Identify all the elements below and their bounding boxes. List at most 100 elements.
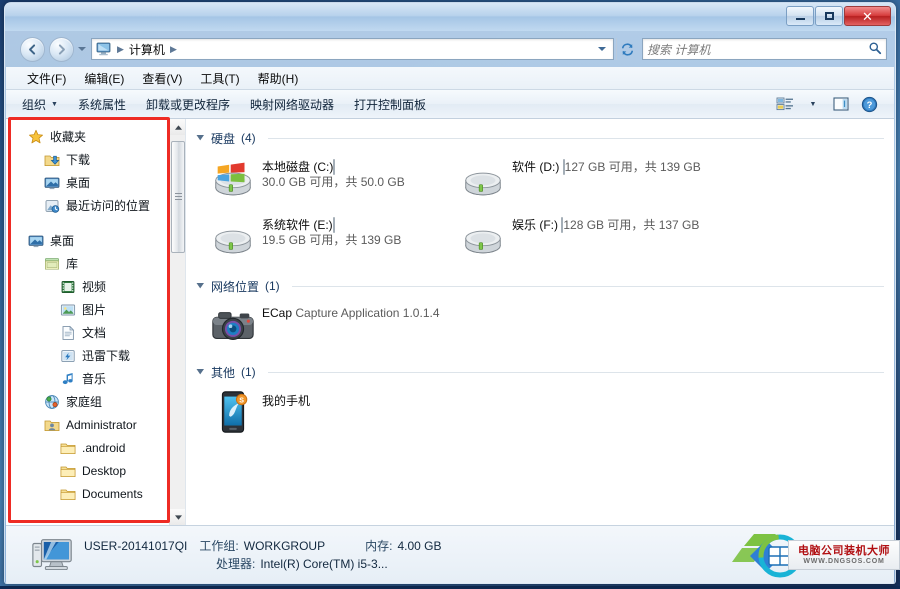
drive-tile-f[interactable]: 娱乐 (F:) 128 GB 可用，共 137 GB: [460, 211, 710, 269]
sidebar-item-documents-folder[interactable]: Documents: [6, 482, 185, 505]
map-network-drive-button[interactable]: 映射网络驱动器: [240, 92, 344, 117]
svg-text:?: ?: [866, 100, 872, 111]
memory-label: 内存:: [365, 537, 392, 555]
sidebar-item-recent-places[interactable]: 最近访问的位置: [6, 194, 185, 217]
sidebar-item-libraries[interactable]: 库: [6, 252, 185, 275]
command-toolbar: 组织 ▼ 系统属性 卸载或更改程序 映射网络驱动器 打开控制面板: [6, 90, 894, 119]
sidebar-item-desktop-fav[interactable]: 桌面: [6, 171, 185, 194]
music-icon: [60, 371, 76, 387]
scrollbar-thumb[interactable]: [171, 141, 185, 253]
search-input[interactable]: 搜索 计算机: [647, 41, 868, 58]
search-icon[interactable]: [868, 41, 882, 58]
sidebar-label: 音乐: [82, 370, 106, 387]
sidebar-item-homegroup[interactable]: 家庭组: [6, 390, 185, 413]
sidebar-label: Administrator: [66, 418, 137, 432]
sidebar-item-videos[interactable]: 视频: [6, 275, 185, 298]
window-controls: ✕: [786, 6, 891, 26]
group-count: (4): [241, 131, 256, 145]
collapse-triangle-icon[interactable]: [196, 367, 205, 378]
menu-view[interactable]: 查看(V): [133, 67, 191, 90]
group-count: (1): [241, 365, 256, 379]
maximize-button[interactable]: [815, 6, 843, 26]
content-pane[interactable]: 硬盘 (4): [186, 119, 894, 525]
watermark-label: 电脑公司装机大师 WWW.DNGSOS.COM: [788, 540, 900, 570]
recent-places-icon: [44, 198, 60, 214]
sidebar-item-downloads[interactable]: 下载: [6, 148, 185, 171]
group-header[interactable]: 网络位置 (1): [196, 275, 884, 297]
forward-arrow-icon: [55, 43, 68, 56]
close-button[interactable]: ✕: [844, 6, 891, 26]
menu-edit[interactable]: 编辑(E): [75, 67, 133, 90]
breadcrumb-separator-1[interactable]: ▶: [168, 44, 179, 55]
navigation-pane-scrollbar[interactable]: [169, 119, 185, 525]
drive-capacity-text: 127 GB 可用，共 139 GB: [565, 160, 701, 174]
scroll-up-button[interactable]: [170, 119, 186, 135]
sidebar-item-desktop[interactable]: 桌面: [6, 229, 185, 252]
collapse-triangle-icon[interactable]: [196, 281, 205, 292]
sidebar-item-administrator[interactable]: Administrator: [6, 413, 185, 436]
change-view-icon[interactable]: [772, 93, 798, 115]
drive-icon: [460, 155, 508, 203]
drive-tile-e[interactable]: 系统软件 (E:) 19.5 GB 可用，共 139 GB: [210, 211, 460, 269]
preview-pane-icon[interactable]: [828, 93, 854, 115]
system-properties-button[interactable]: 系统属性: [68, 92, 136, 117]
menu-bar: 文件(F) 编辑(E) 查看(V) 工具(T) 帮助(H): [6, 67, 894, 90]
thunder-download-icon: [60, 348, 76, 364]
sidebar-item-favorites[interactable]: 收藏夹: [6, 125, 185, 148]
forward-button[interactable]: [49, 37, 74, 62]
sidebar-label: 最近访问的位置: [66, 197, 150, 214]
refresh-button[interactable]: [616, 38, 638, 60]
organize-label: 组织: [22, 96, 46, 113]
item-tile-ecap[interactable]: ECap Capture Application 1.0.1.4: [210, 301, 460, 355]
breadcrumb-separator-root: ▶: [115, 44, 126, 55]
recent-pages-dropdown[interactable]: [76, 38, 88, 60]
group-title: 网络位置: [211, 278, 259, 295]
drive-capacity-text: 30.0 GB 可用，共 50.0 GB: [262, 175, 405, 189]
organize-button[interactable]: 组织 ▼: [12, 92, 68, 117]
back-button[interactable]: [20, 37, 45, 62]
item-tile-my-phone[interactable]: S 我的手机: [210, 387, 460, 441]
drive-tile-c[interactable]: 本地磁盘 (C:) 30.0 GB 可用，共 50.0 GB: [210, 153, 460, 211]
group-header[interactable]: 硬盘 (4): [196, 127, 884, 149]
address-bar[interactable]: ▶ 计算机 ▶: [91, 38, 614, 60]
group-header[interactable]: 其他 (1): [196, 361, 884, 383]
menu-help[interactable]: 帮助(H): [249, 67, 308, 90]
address-history-chevron[interactable]: [593, 39, 611, 59]
group-divider: [268, 138, 884, 139]
title-bar[interactable]: ✕: [5, 3, 895, 31]
minimize-button[interactable]: [786, 6, 814, 26]
navigation-pane[interactable]: 收藏夹 下载: [6, 119, 186, 525]
sidebar-item-android[interactable]: .android: [6, 436, 185, 459]
sidebar-label: 视频: [82, 278, 106, 295]
sidebar-item-music[interactable]: 音乐: [6, 367, 185, 390]
uninstall-change-program-button[interactable]: 卸载或更改程序: [136, 92, 240, 117]
chevron-down-icon: [598, 46, 606, 52]
sidebar-item-pictures[interactable]: 图片: [6, 298, 185, 321]
menu-tools[interactable]: 工具(T): [191, 67, 248, 90]
sidebar-label: 家庭组: [66, 393, 102, 410]
sidebar-item-documents[interactable]: 文档: [6, 321, 185, 344]
change-view-dropdown[interactable]: ▼: [800, 93, 826, 115]
network-tiles: ECap Capture Application 1.0.1.4: [196, 297, 884, 357]
sidebar-item-thunder-download[interactable]: 迅雷下载: [6, 344, 185, 367]
sidebar-label: 库: [66, 255, 78, 272]
user-folder-icon: [44, 417, 60, 433]
collapse-triangle-icon[interactable]: [196, 133, 205, 144]
search-box[interactable]: 搜索 计算机: [642, 38, 887, 60]
open-control-panel-button[interactable]: 打开控制面板: [344, 92, 436, 117]
sidebar-item-desktop-folder[interactable]: Desktop: [6, 459, 185, 482]
item-info: ECap Capture Application 1.0.1.4: [262, 303, 460, 321]
help-icon[interactable]: ?: [856, 93, 882, 115]
scroll-down-button[interactable]: [170, 509, 186, 525]
folder-icon: [60, 440, 76, 456]
drive-icon: [210, 213, 258, 261]
menu-file[interactable]: 文件(F): [18, 67, 75, 90]
breadcrumb-computer[interactable]: 计算机: [126, 41, 168, 58]
explorer-window: ✕ ▶ 计算机 ▶: [4, 2, 896, 584]
group-title: 其他: [211, 364, 235, 381]
chevron-down-icon: ▼: [810, 101, 817, 108]
item-name: ECap: [262, 306, 292, 320]
back-arrow-icon: [26, 43, 39, 56]
close-icon: ✕: [845, 7, 890, 25]
drive-tile-d[interactable]: 软件 (D:) 127 GB 可用，共 139 GB: [460, 153, 710, 211]
